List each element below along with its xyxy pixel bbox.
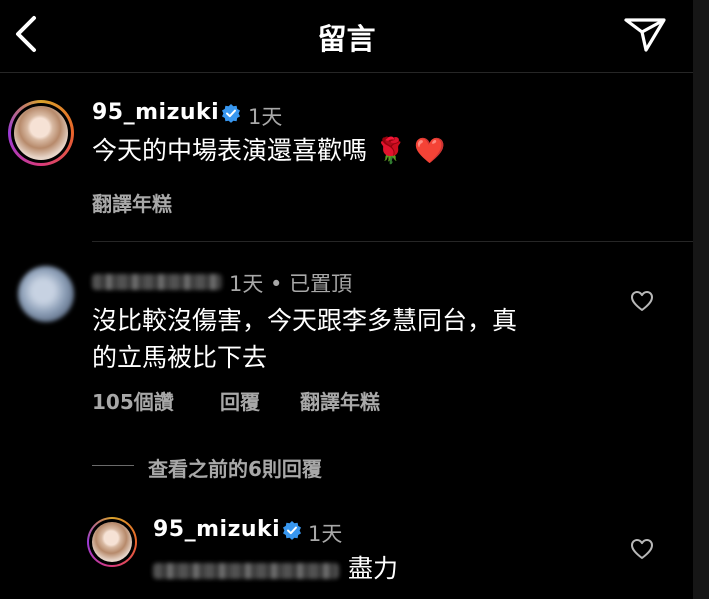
comment-likes-count[interactable]: 105個讚 (92, 386, 174, 415)
redacted-username[interactable] (92, 274, 222, 290)
comment-translate-link[interactable]: 翻譯年糕 (300, 386, 380, 415)
reply-time: 1天 (308, 522, 343, 546)
comment-text-line2: 的立馬被比下去 (92, 343, 268, 372)
caption-time: 1天 (248, 105, 283, 129)
reply-username[interactable]: 95_mizuki (153, 517, 280, 542)
verified-badge-icon (283, 521, 301, 540)
caption-text: 今天的中場表演還喜歡嗎 🌹 ❤️ (92, 132, 445, 169)
page-title: 留言 (317, 22, 376, 56)
reply-text: 盡力 (348, 554, 399, 583)
redacted-mention[interactable] (153, 563, 339, 579)
view-previous-replies[interactable]: 查看之前的6則回覆 (148, 453, 322, 482)
avatar-photo (92, 522, 132, 562)
divider (92, 241, 693, 242)
like-heart-icon[interactable] (630, 290, 654, 312)
commenter-avatar[interactable] (18, 266, 74, 322)
caption-username[interactable]: 95_mizuki (92, 100, 219, 125)
caption-avatar[interactable] (8, 100, 74, 166)
send-icon (624, 18, 666, 52)
divider (0, 72, 693, 73)
heart-emoji: ❤️ (414, 136, 446, 165)
caption-text-body: 今天的中場表演還喜歡嗎 (92, 136, 368, 165)
verified-badge-icon (222, 104, 240, 123)
avatar-photo (14, 106, 68, 160)
scrollbar-track[interactable] (693, 0, 709, 599)
comment-text-line1: 沒比較沒傷害，今天跟李多慧同台，真 (92, 306, 518, 335)
reply-button[interactable]: 回覆 (220, 386, 260, 415)
comment-time-pinned: 1天 • 已置頂 (229, 272, 353, 296)
caption-translate-link[interactable]: 翻譯年糕 (92, 188, 172, 217)
reply-avatar[interactable] (87, 517, 137, 567)
like-heart-icon[interactable] (630, 538, 654, 560)
rose-emoji: 🌹 (374, 136, 407, 165)
share-button[interactable] (620, 12, 670, 56)
header: 留言 (0, 0, 693, 72)
view-replies-line (92, 465, 134, 466)
